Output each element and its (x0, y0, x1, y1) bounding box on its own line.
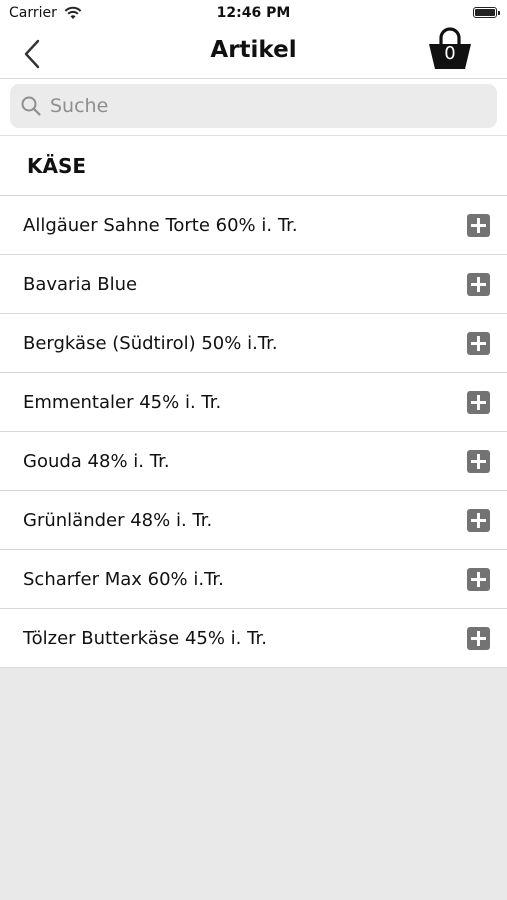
cart-button[interactable]: 0 (427, 26, 473, 72)
list-item[interactable]: Bergkäse (Südtirol) 50% i.Tr. (0, 314, 507, 373)
list-item[interactable]: Gouda 48% i. Tr. (0, 432, 507, 491)
search-icon (21, 96, 41, 116)
add-button[interactable] (467, 449, 490, 473)
navigation-bar: Artikel 0 (0, 26, 507, 79)
search-input[interactable] (48, 94, 452, 118)
header-area: Carrier 12:46 PM Artikel 0 Suche KÄSE Al… (0, 0, 507, 668)
add-button[interactable] (467, 626, 490, 650)
item-label: Scharfer Max 60% i.Tr. (23, 568, 224, 590)
item-label: Emmentaler 45% i. Tr. (23, 391, 222, 413)
item-label: Allgäuer Sahne Torte 60% i. Tr. (23, 214, 298, 236)
item-label: Bergkäse (Südtirol) 50% i.Tr. (23, 332, 278, 354)
list-item[interactable]: Allgäuer Sahne Torte 60% i. Tr. (0, 196, 507, 255)
add-button[interactable] (467, 331, 490, 355)
status-time: 12:46 PM (216, 5, 291, 21)
list-item[interactable]: Emmentaler 45% i. Tr. (0, 373, 507, 432)
list-item[interactable]: Bavaria Blue (0, 255, 507, 314)
status-bar: Carrier 12:46 PM (0, 0, 507, 26)
article-list: Allgäuer Sahne Torte 60% i. Tr. Bavaria … (0, 196, 507, 668)
item-label: Grünländer 48% i. Tr. (23, 509, 213, 531)
section-header: KÄSE (0, 136, 507, 196)
list-item[interactable]: Scharfer Max 60% i.Tr. (0, 550, 507, 609)
battery-level (475, 9, 495, 16)
search-field[interactable] (10, 84, 497, 128)
search-bar (0, 79, 507, 136)
cart-count-badge: 0 (444, 43, 456, 64)
list-item[interactable]: Grünländer 48% i. Tr. (0, 491, 507, 550)
add-button[interactable] (467, 567, 490, 591)
battery-icon (473, 7, 500, 18)
add-button[interactable] (467, 213, 490, 237)
list-item[interactable]: Tölzer Butterkäse 45% i. Tr. (0, 609, 507, 668)
add-button[interactable] (467, 508, 490, 532)
item-label: Tölzer Butterkäse 45% i. Tr. (23, 627, 267, 649)
item-label: Gouda 48% i. Tr. (23, 450, 170, 472)
item-label: Bavaria Blue (23, 273, 138, 295)
add-button[interactable] (467, 272, 490, 296)
add-button[interactable] (467, 390, 490, 414)
